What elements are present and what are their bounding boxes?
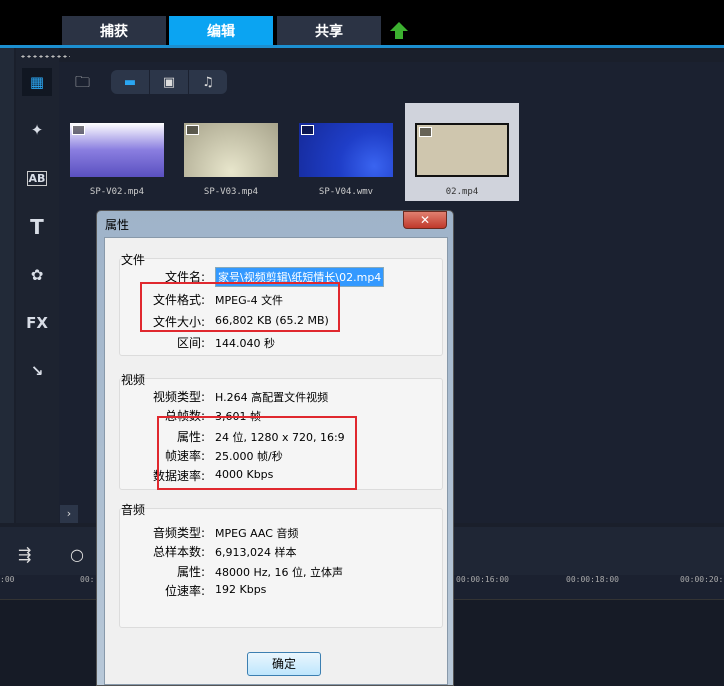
field-value: 48000 Hz, 16 位, 立体声 (215, 566, 344, 579)
thumbnail-label: SP-V04.wmv (318, 187, 374, 197)
thumbnail-image (415, 123, 509, 177)
drag-grip[interactable] (20, 55, 70, 58)
show-videos-button[interactable]: ▬ (111, 70, 149, 94)
title-icon[interactable]: T (22, 213, 52, 241)
thumbnail-label: SP-V02.mp4 (89, 187, 145, 197)
group-title: 文件 (121, 253, 146, 267)
ok-button[interactable]: 确定 (247, 652, 321, 676)
show-photos-button[interactable]: ▣ (150, 70, 188, 94)
thumbnail-label: 02.mp4 (445, 187, 479, 197)
highlight-box (140, 282, 340, 332)
thumbnail-image (299, 123, 393, 177)
media-thumbnail-selected[interactable]: 02.mp4 (405, 103, 519, 201)
show-audio-button[interactable]: ♫ (189, 70, 227, 94)
tab-edit[interactable]: 编辑 (169, 16, 273, 45)
field-label: 视频类型: (152, 390, 205, 404)
film-icon (186, 125, 199, 135)
thumbnail-image (184, 123, 278, 177)
highlight-box (157, 416, 357, 490)
left-strip (0, 48, 14, 523)
thumbnail-label: SP-V03.mp4 (203, 187, 259, 197)
film-icon (72, 125, 85, 135)
field-value: H.264 高配置文件视频 (215, 391, 329, 404)
tick-label: :00 (0, 575, 15, 584)
group-title: 视频 (121, 373, 146, 387)
transition-label: AB (26, 170, 48, 186)
field-label: 位速率: (164, 584, 205, 598)
field-label: 总样本数: (152, 545, 205, 559)
path-icon[interactable]: ↘ (22, 357, 52, 385)
tick-label: 00: (80, 575, 95, 584)
tick-label: 00:00:18:00 (566, 575, 619, 584)
divider (0, 45, 724, 48)
speed-icon[interactable]: ⇶ (18, 545, 31, 564)
field-value: 144.040 秒 (215, 337, 275, 350)
media-thumbnail[interactable]: SP-V03.mp4 (174, 103, 288, 201)
field-label: 音频类型: (152, 526, 205, 540)
tab-share[interactable]: 共享 (277, 16, 381, 45)
filter-icon[interactable]: FX (22, 309, 52, 337)
tick-label: 00:00:20: (680, 575, 724, 584)
add-folder-icon[interactable]: 🗀 (75, 72, 90, 97)
field-label: 属性: (176, 565, 205, 579)
close-button[interactable]: ✕ (403, 211, 447, 229)
thumbnail-image (70, 123, 164, 177)
upload-arrow-icon[interactable] (390, 22, 408, 31)
tab-capture[interactable]: 捕获 (62, 16, 166, 45)
instant-project-icon[interactable]: ✦ (22, 116, 52, 144)
field-value: MPEG AAC 音频 (215, 527, 299, 540)
field-value: 192 Kbps (215, 583, 267, 596)
media-thumbnail[interactable]: SP-V04.wmv (289, 103, 403, 201)
motion-path-icon[interactable]: ○ (70, 545, 84, 564)
graphics-icon[interactable]: ✿ (22, 261, 52, 289)
field-value: 6,913,024 样本 (215, 546, 297, 559)
expand-chevron-icon[interactable]: › (60, 505, 78, 523)
field-label: 区间: (176, 336, 205, 350)
dialog-title: 属性 (105, 218, 130, 232)
group-title: 音频 (121, 503, 146, 517)
film-icon (301, 125, 314, 135)
transition-icon[interactable]: AB (22, 164, 52, 192)
tick-label: 00:00:16:00 (456, 575, 509, 584)
media-icon[interactable]: ▦ (22, 68, 52, 96)
media-thumbnail[interactable]: SP-V02.mp4 (60, 103, 174, 201)
film-icon (419, 127, 432, 137)
